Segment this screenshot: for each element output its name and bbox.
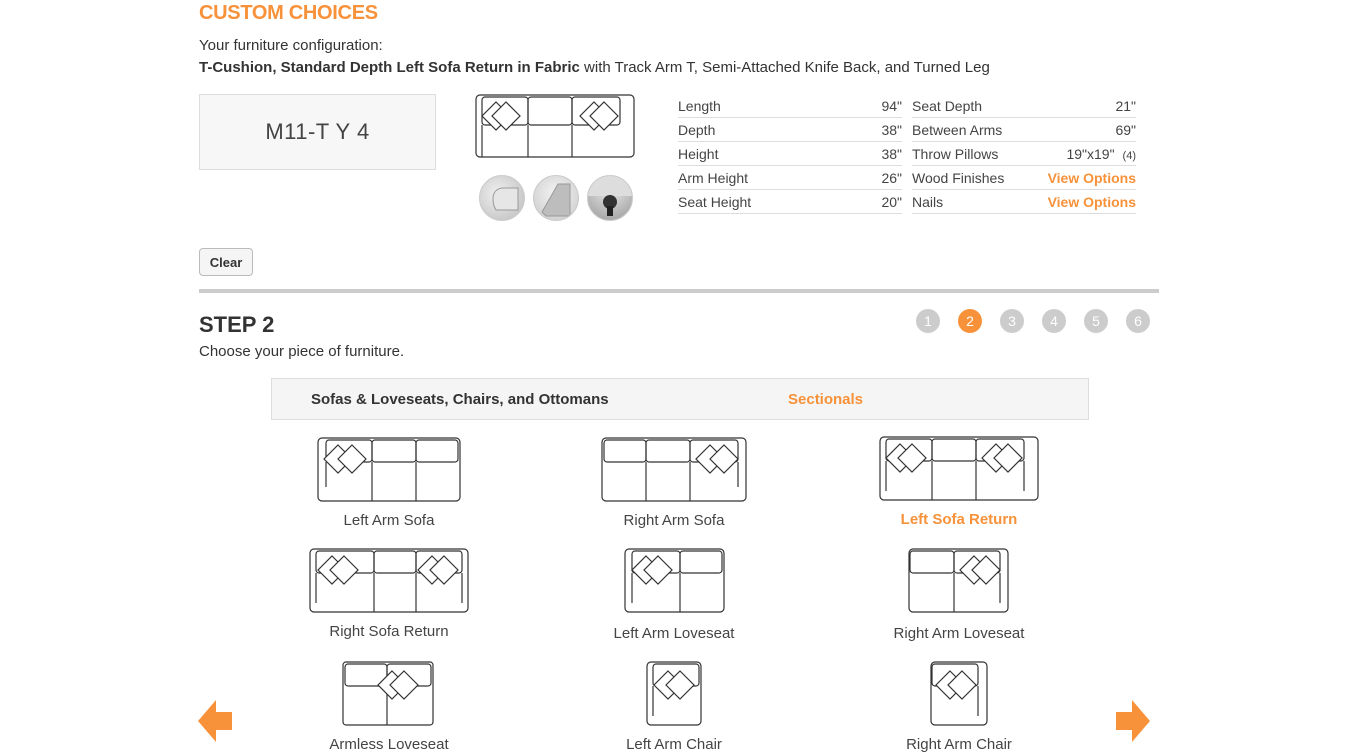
step-6-button[interactable]: 6: [1126, 309, 1150, 333]
step-3-button[interactable]: 3: [1000, 309, 1024, 333]
spec-value: 19"x19" (4): [1066, 146, 1136, 162]
right-arm-sofa-image[interactable]: [600, 437, 748, 503]
spec-extra: (4): [1122, 149, 1136, 162]
spec-row-nails: Nails View Options: [912, 190, 1136, 214]
spec-value: 38": [881, 122, 902, 138]
left-sofa-return-preview: [475, 94, 635, 158]
view-options-link[interactable]: View Options: [1048, 194, 1136, 210]
page-title: CUSTOM CHOICES: [199, 2, 378, 24]
previous-arrow-icon[interactable]: [198, 700, 232, 742]
item-right-arm-loveseat[interactable]: Right Arm Loveseat: [849, 625, 1069, 642]
right-sofa-return-image[interactable]: [308, 548, 470, 614]
spec-value-text: 19"x19": [1066, 145, 1115, 162]
spec-label: Length: [678, 97, 721, 114]
step-4-button[interactable]: 4: [1042, 309, 1066, 333]
config-name: T-Cushion, Standard Depth Left Sofa Retu…: [199, 59, 580, 76]
turned-leg-thumbnail[interactable]: [587, 175, 633, 221]
spec-row-throw-pillows: Throw Pillows 19"x19" (4): [912, 142, 1136, 166]
spec-value-text: 94": [881, 97, 902, 114]
spec-row-seat-depth: Seat Depth 21": [912, 94, 1136, 118]
step-2-button[interactable]: 2: [958, 309, 982, 333]
section-divider: [199, 289, 1159, 293]
spec-label: Height: [678, 145, 719, 162]
track-arm-thumbnail[interactable]: [479, 175, 525, 221]
spec-row-between-arms: Between Arms 69": [912, 118, 1136, 142]
left-sofa-return-image[interactable]: [878, 436, 1040, 502]
item-left-arm-loveseat[interactable]: Left Arm Loveseat: [564, 625, 784, 642]
spec-row-depth: Depth 38": [678, 118, 902, 142]
spec-label: Nails: [912, 193, 944, 210]
spec-value-text[interactable]: View Options: [1048, 170, 1136, 186]
item-left-arm-sofa[interactable]: Left Arm Sofa: [279, 512, 499, 529]
spec-value: 26": [881, 170, 902, 186]
spec-label: Arm Height: [678, 169, 749, 186]
model-code: M11-T Y 4: [265, 119, 370, 144]
spec-value: 69": [1115, 122, 1136, 138]
spec-label: Seat Depth: [912, 97, 983, 114]
spec-value-text: 69": [1115, 121, 1136, 138]
step-5-button[interactable]: 5: [1084, 309, 1108, 333]
spec-value: 20": [881, 194, 902, 210]
tab-sectionals[interactable]: Sectionals: [788, 391, 863, 408]
item-left-arm-chair[interactable]: Left Arm Chair: [564, 736, 784, 753]
spec-row-arm-height: Arm Height 26": [678, 166, 902, 190]
model-code-box: M11-T Y 4: [199, 94, 436, 170]
spec-value-text: 38": [881, 121, 902, 138]
right-arm-loveseat-image[interactable]: [908, 548, 1010, 614]
left-arm-loveseat-image[interactable]: [624, 548, 726, 614]
config-subtitle: Your furniture configuration:: [199, 37, 383, 54]
item-right-sofa-return[interactable]: Right Sofa Return: [279, 623, 499, 640]
step-description: Choose your piece of furniture.: [199, 343, 405, 360]
step-title: STEP 2: [199, 312, 275, 337]
spec-value: 94": [881, 98, 902, 114]
clear-button[interactable]: Clear: [199, 248, 253, 276]
spec-value-text[interactable]: View Options: [1048, 194, 1136, 210]
spec-row-length: Length 94": [678, 94, 902, 118]
spec-row-seat-height: Seat Height 20": [678, 190, 902, 214]
spec-value-text: 20": [881, 193, 902, 210]
spec-value-text: 26": [881, 169, 902, 186]
left-arm-sofa-image[interactable]: [316, 437, 462, 503]
spec-row-wood-finishes: Wood Finishes View Options: [912, 166, 1136, 190]
category-tabs: Sofas & Loveseats, Chairs, and Ottomans …: [271, 378, 1089, 420]
spec-value-text: 38": [881, 145, 902, 162]
view-options-link[interactable]: View Options: [1048, 170, 1136, 186]
spec-label: Between Arms: [912, 121, 1003, 138]
item-armless-loveseat[interactable]: Armless Loveseat: [279, 736, 499, 753]
item-right-arm-sofa[interactable]: Right Arm Sofa: [564, 512, 784, 529]
spec-value: 21": [1115, 98, 1136, 114]
spec-label: Seat Height: [678, 193, 752, 210]
item-right-arm-chair[interactable]: Right Arm Chair: [849, 736, 1069, 753]
spec-label: Throw Pillows: [912, 145, 999, 162]
right-arm-chair-image[interactable]: [930, 661, 988, 727]
item-left-sofa-return[interactable]: Left Sofa Return: [849, 511, 1069, 528]
spec-row-height: Height 38": [678, 142, 902, 166]
spec-label: Depth: [678, 121, 716, 138]
left-arm-chair-image[interactable]: [646, 661, 702, 727]
knife-back-thumbnail[interactable]: [533, 175, 579, 221]
armless-loveseat-image[interactable]: [342, 661, 434, 727]
next-arrow-icon[interactable]: [1116, 700, 1150, 742]
spec-value-text: 21": [1115, 97, 1136, 114]
config-details: with Track Arm T, Semi-Attached Knife Ba…: [579, 59, 990, 76]
step-1-button[interactable]: 1: [916, 309, 940, 333]
spec-label: Wood Finishes: [912, 169, 1005, 186]
configuration-summary: T-Cushion, Standard Depth Left Sofa Retu…: [199, 59, 990, 76]
spec-value: 38": [881, 146, 902, 162]
tab-sofas-loveseats-chairs-ottomans[interactable]: Sofas & Loveseats, Chairs, and Ottomans: [311, 391, 609, 408]
